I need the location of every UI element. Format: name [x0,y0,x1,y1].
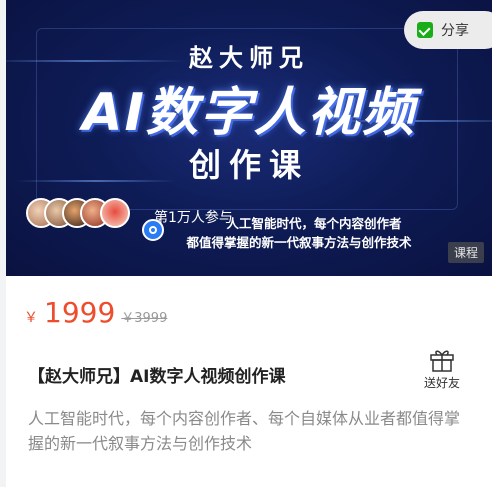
course-title: 【赵大师兄】AI数字人视频创作课 [28,367,286,387]
gift-label: 送好友 [423,376,460,390]
share-button[interactable]: 分享 [404,11,492,49]
wechat-check-icon [417,22,433,38]
banner-subtitle: 人工智能时代，每个内容创作者 都值得掌握的新一代叙事方法与创作技术 [124,214,474,252]
currency-symbol: ￥ [24,310,38,326]
gift-icon [430,350,454,372]
banner-subtitle-line1: 人工智能时代，每个内容创作者 [226,216,402,231]
course-description: 人工智能时代，每个内容创作者、每个自媒体从业者都值得掌握的新一代叙事方法与创作技… [28,409,461,453]
price-row: ￥ 1999 ￥3999 [24,296,167,330]
banner-subtitle-line2: 都值得掌握的新一代叙事方法与创作技术 [186,235,412,250]
share-label: 分享 [441,23,469,39]
course-info-panel: ￥ 1999 ￥3999 【赵大师兄】AI数字人视频创作课 送好友 人工智能时代… [6,276,492,487]
course-type-tag: 课程 [447,242,484,263]
original-price: ￥3999 [121,311,168,326]
banner-title-line2: 创作课 [188,146,309,184]
send-to-friend-button[interactable]: 送好友 [414,348,470,391]
banner-title: AI数字人视频 [82,83,416,143]
current-price: 1999 [44,296,116,329]
